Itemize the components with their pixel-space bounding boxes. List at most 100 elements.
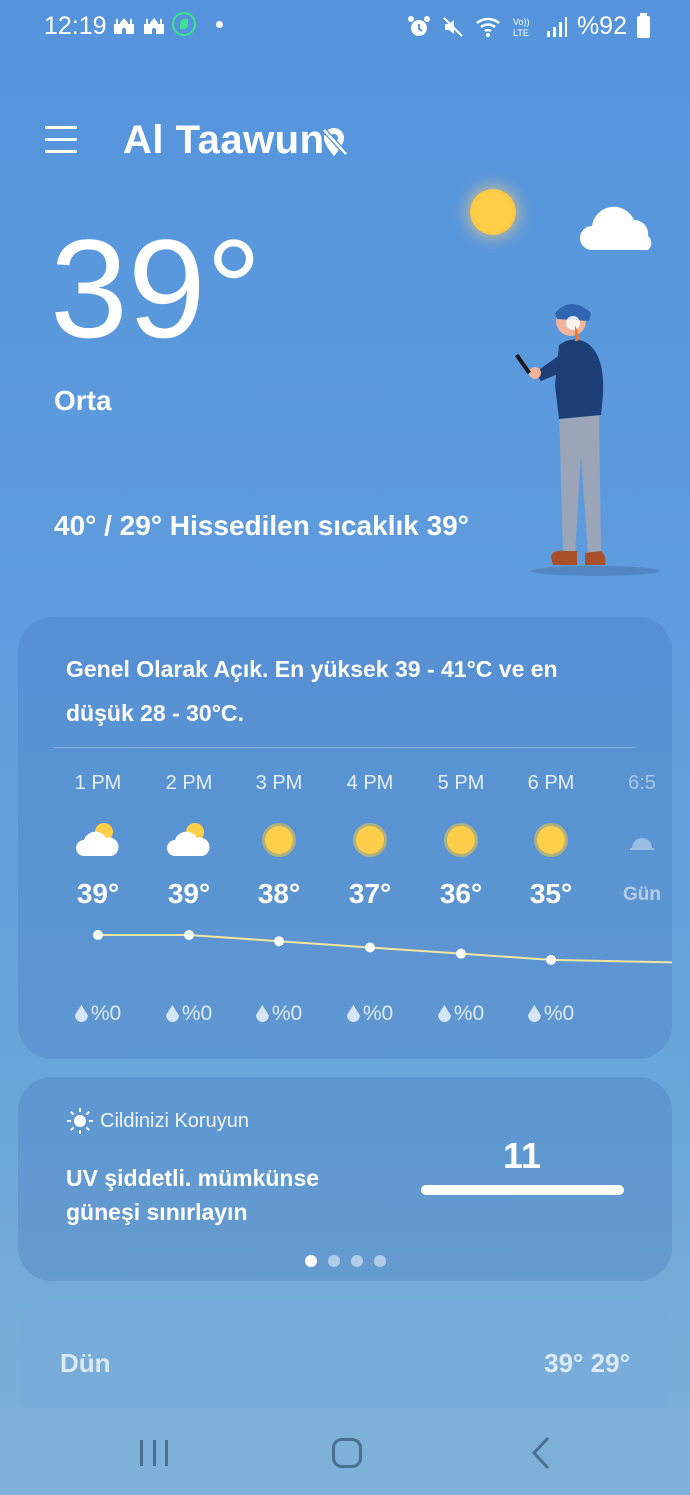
cloud-icon bbox=[580, 206, 652, 250]
precip-value: %0 bbox=[90, 1002, 122, 1025]
svg-text:LTE: LTE bbox=[513, 28, 529, 38]
hour-precipitation: %0 bbox=[53, 1002, 143, 1026]
raindrop-icon bbox=[74, 1005, 88, 1022]
location-off-icon[interactable] bbox=[320, 126, 348, 158]
page-indicator[interactable] bbox=[305, 1255, 386, 1267]
hour-time: 6:5 bbox=[628, 772, 656, 794]
hour-time: 2 PM bbox=[165, 772, 213, 794]
hour-item[interactable]: 4 PM 37° bbox=[325, 772, 415, 910]
precip-value: %0 bbox=[271, 1002, 303, 1025]
hour-icon-wrap bbox=[234, 818, 324, 866]
notification-dot-icon bbox=[216, 20, 223, 28]
raindrop-icon bbox=[437, 1005, 451, 1022]
uv-heading: Cildinizi Koruyun bbox=[66, 1107, 249, 1135]
hourly-list[interactable]: 1 PM 39° %0 2 PM 39° %0 3 PM 38° %0 4 PM 37° %0 5 PM… bbox=[18, 772, 672, 1052]
status-time: 12:19 bbox=[44, 12, 107, 40]
status-right-icons: Vo)) LTE %92 bbox=[407, 12, 650, 41]
hour-item[interactable]: 6 PM 35° bbox=[506, 772, 596, 910]
hour-icon-wrap bbox=[144, 818, 234, 866]
battery-percentage: %92 bbox=[576, 12, 627, 40]
hour-temp: 39° bbox=[76, 878, 120, 909]
hour-time: 3 PM bbox=[255, 772, 303, 794]
temperature-point bbox=[184, 930, 194, 940]
temperature-graph bbox=[93, 930, 672, 965]
forecast-summary: Genel Olarak Açık. En yüksek 39 - 41°C v… bbox=[66, 656, 558, 726]
uv-index-bar bbox=[421, 1185, 624, 1195]
raindrop-icon bbox=[255, 1005, 269, 1022]
hour-item[interactable]: 2 PM 39° bbox=[144, 772, 234, 910]
raindrop-icon bbox=[527, 1005, 541, 1022]
hi-lo-feels-like: 40° / 29° Hissedilen sıcaklık 39° bbox=[54, 510, 469, 541]
current-condition: Orta bbox=[54, 385, 112, 416]
yesterday-card[interactable]: Dün 39° 29° bbox=[18, 1300, 672, 1420]
hour-temp: 38° bbox=[257, 878, 301, 909]
wifi-icon bbox=[476, 17, 500, 37]
hour-precipitation: %0 bbox=[506, 1002, 596, 1026]
precip-value: %0 bbox=[543, 1002, 575, 1025]
hour-temp: 37° bbox=[348, 878, 392, 909]
hour-icon-wrap bbox=[597, 818, 672, 866]
raindrop-icon bbox=[346, 1005, 360, 1022]
temperature-point bbox=[546, 954, 556, 965]
status-left-icons bbox=[112, 12, 223, 36]
alarm-icon bbox=[407, 15, 430, 36]
mute-icon bbox=[443, 16, 463, 37]
hour-icon-wrap bbox=[325, 818, 415, 866]
hour-precipitation: %0 bbox=[234, 1002, 324, 1026]
sun-icon bbox=[534, 823, 568, 857]
hour-temp: 39° bbox=[167, 878, 211, 909]
sun-icon bbox=[67, 1108, 93, 1134]
hour-precipitation: %0 bbox=[144, 1002, 234, 1026]
yesterday-label: Dün bbox=[60, 1348, 111, 1378]
sunset-icon bbox=[630, 838, 654, 850]
hour-precipitation: %0 bbox=[416, 1002, 506, 1026]
svg-text:Vo)): Vo)) bbox=[513, 17, 530, 27]
eco-icon bbox=[172, 12, 196, 36]
signal-icon bbox=[546, 16, 567, 37]
hour-item[interactable]: 3 PM 38° bbox=[234, 772, 324, 910]
hour-time: 6 PM bbox=[527, 772, 575, 794]
uv-description: UV şiddetli. mümkünse güneşi sınırlayın bbox=[66, 1165, 320, 1225]
current-temperature: 39° bbox=[50, 210, 262, 367]
temperature-point bbox=[274, 936, 284, 947]
divider bbox=[54, 747, 636, 748]
person-illustration bbox=[515, 304, 659, 576]
recent-apps-button[interactable] bbox=[140, 1440, 168, 1466]
partly-cloudy-icon bbox=[167, 823, 210, 856]
back-button[interactable] bbox=[530, 1436, 552, 1470]
status-bar: 12:19 Vo)) LTE %92 bbox=[0, 0, 690, 56]
page-dot[interactable] bbox=[374, 1255, 386, 1267]
hour-precipitation: %0 bbox=[325, 1002, 415, 1026]
forecast-card[interactable]: Genel Olarak Açık. En yüksek 39 - 41°C v… bbox=[18, 617, 672, 1059]
home-button[interactable] bbox=[332, 1438, 362, 1468]
hour-item[interactable]: 1 PM 39° bbox=[53, 772, 143, 910]
page-dot-active[interactable] bbox=[305, 1255, 317, 1267]
temperature-line bbox=[98, 934, 672, 964]
volte-icon: Vo))LTE bbox=[513, 17, 530, 38]
location-title[interactable]: Al Taawun bbox=[123, 118, 325, 163]
hour-icon-wrap bbox=[416, 818, 506, 866]
hour-item[interactable]: 6:5 Gün bbox=[597, 772, 672, 906]
sun-icon bbox=[353, 823, 387, 857]
hour-icon-wrap bbox=[506, 818, 596, 866]
precip-value: %0 bbox=[453, 1002, 485, 1025]
menu-icon[interactable] bbox=[45, 126, 77, 156]
uv-index-value: 11 bbox=[502, 1135, 542, 1176]
temperature-point bbox=[456, 948, 466, 959]
page-dot[interactable] bbox=[328, 1255, 340, 1267]
sun-icon bbox=[444, 823, 478, 857]
temperature-point bbox=[365, 942, 375, 953]
hour-temp: 36° bbox=[439, 878, 483, 909]
yesterday-temps: 39° 29° bbox=[544, 1348, 630, 1378]
page-dot[interactable] bbox=[351, 1255, 363, 1267]
navigation-bar bbox=[0, 1408, 690, 1495]
battery-icon bbox=[637, 12, 650, 38]
hour-time: 5 PM bbox=[437, 772, 485, 794]
sun-icon bbox=[470, 189, 516, 235]
partly-cloudy-icon bbox=[76, 823, 119, 856]
hour-temp: 35° bbox=[529, 878, 573, 909]
hour-item[interactable]: 5 PM 36° bbox=[416, 772, 506, 910]
precip-value: %0 bbox=[181, 1002, 213, 1025]
uv-card[interactable]: Cildinizi Koruyun UV şiddetli. mümkünse … bbox=[18, 1077, 672, 1281]
sun-icon bbox=[262, 823, 296, 857]
